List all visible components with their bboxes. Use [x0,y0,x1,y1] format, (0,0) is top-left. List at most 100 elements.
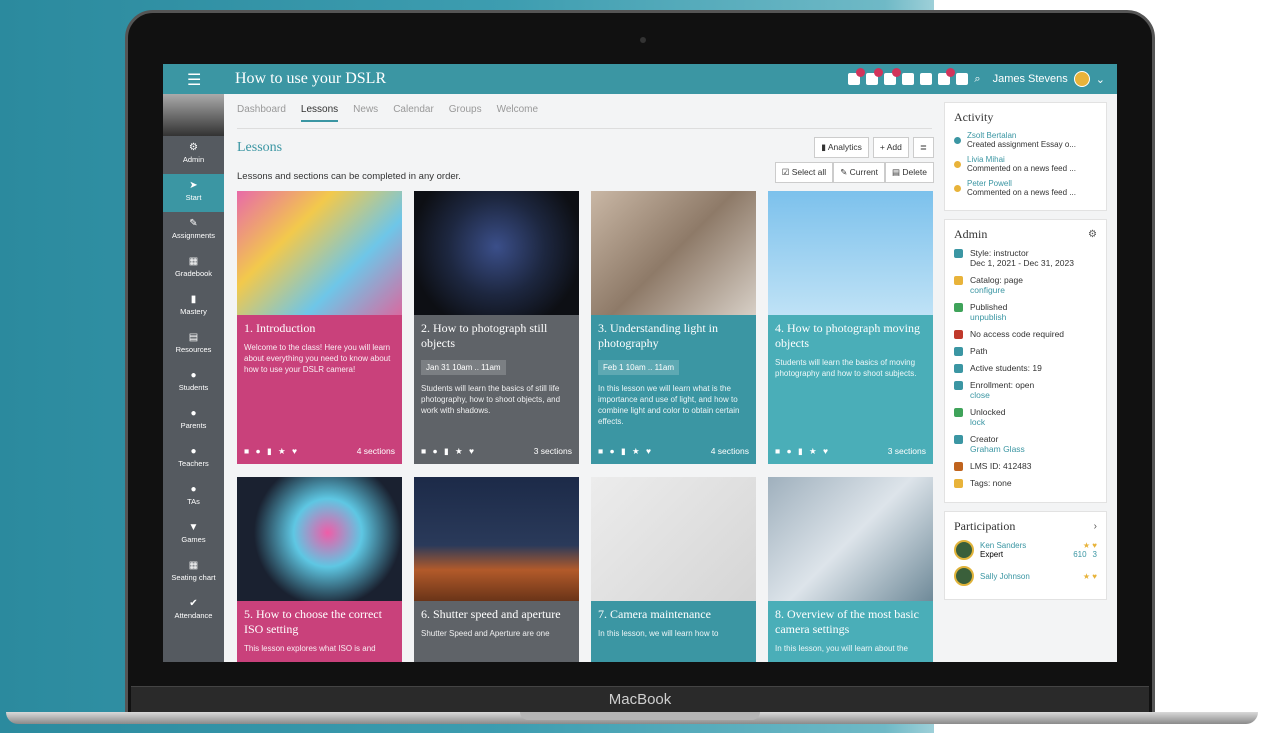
list-view-button[interactable]: ≣ [912,137,934,158]
lesson-image[interactable] [414,477,579,601]
lesson-image[interactable] [414,191,579,315]
lesson-image[interactable] [768,477,933,601]
tab-dashboard[interactable]: Dashboard [237,104,286,122]
list-icon: ≣ [919,142,927,152]
sidebar-item-games[interactable]: ▼ Games [163,516,224,554]
sidebar-item-mastery[interactable]: ▮ Mastery [163,288,224,326]
sidebar-item-gradebook[interactable]: ▦ Gradebook [163,250,224,288]
tab-groups[interactable]: Groups [449,104,482,122]
sidebar-item-teachers[interactable]: ● Teachers [163,440,224,478]
sidebar-item-resources[interactable]: ▤ Resources [163,326,224,364]
sidebar-item-students[interactable]: ● Students [163,364,224,402]
lesson-description: This lesson explores what ISO is and [244,644,376,653]
admin-row-link[interactable]: close [970,390,1034,400]
admin-row: Creator Graham Glass [954,434,1097,454]
avatar [954,540,974,560]
lesson-title[interactable]: 5. How to choose the correct ISO setting [244,607,395,637]
lesson-card[interactable]: 7. Camera maintenance In this lesson, we … [591,477,756,662]
sidebar-item-start[interactable]: ➤ Start [163,174,224,212]
delete-button[interactable]: ▤ Delete [885,162,934,183]
activity-user[interactable]: Livia Mihai [967,155,1076,164]
participant-row[interactable]: Sally Johnson ★ ♥ [954,566,1097,586]
menu-icon[interactable]: ☰ [187,70,201,90]
sidebar-item-parents[interactable]: ● Parents [163,402,224,440]
calendar-icon[interactable] [902,73,915,85]
lesson-title[interactable]: 6. Shutter speed and aperture [421,607,572,622]
lesson-card[interactable]: 6. Shutter speed and aperture Shutter Spe… [414,477,579,662]
lesson-title[interactable]: 7. Camera maintenance [598,607,749,622]
lesson-icons: ■ ● ▮ ★ ♥ [775,446,831,456]
admin-row-link[interactable]: configure [970,285,1023,295]
activity-user[interactable]: Peter Powell [967,179,1076,188]
lesson-image[interactable] [591,191,756,315]
notifications-icon[interactable] [848,68,866,85]
lesson-title[interactable]: 1. Introduction [244,321,395,336]
add-button[interactable]: + Add [872,137,909,158]
lesson-card[interactable]: 2. How to photograph still objects Jan 31… [414,191,579,464]
sidebar-item-attendance[interactable]: ✔ Attendance [163,592,224,630]
tab-lessons[interactable]: Lessons [300,104,339,122]
sidebar-item-admin[interactable]: ⚙ Admin [163,136,224,174]
alerts-icon[interactable] [866,68,884,85]
lesson-image[interactable] [237,191,402,315]
sidebar-item-seating-chart[interactable]: ▦ Seating chart [163,554,224,592]
lesson-title[interactable]: 8. Overview of the most basic camera set… [775,607,926,637]
star-icon: ★ ♥ [1082,571,1097,581]
activity-item[interactable]: Peter Powell Commented on a news feed ... [954,179,1097,197]
admin-row: Enrollment: open close [954,380,1097,400]
participant-points: 610 [1073,550,1087,559]
avatar [954,566,974,586]
lesson-card[interactable]: 5. How to choose the correct ISO setting… [237,477,402,662]
admin-row-link[interactable]: Graham Glass [970,444,1025,454]
chevron-down-icon[interactable]: ⌄ [1096,73,1105,86]
course-thumbnail[interactable] [163,94,224,136]
analytics-button[interactable]: ▮ Analytics [814,137,869,158]
admin-row-link[interactable]: lock [970,417,1005,427]
activity-user[interactable]: Zsolt Bertalan [967,131,1076,140]
chevron-right-icon[interactable]: › [1094,521,1097,532]
lesson-body: 3. Understanding light in photography Feb… [591,315,756,464]
top-bar: ☰ How to use your DSLR ⌕ James Stevens ⌄ [163,64,1117,94]
participant-name[interactable]: Ken Sanders [980,541,1067,550]
admin-row-text: LMS ID: 412483 [970,461,1032,471]
participant-name[interactable]: Sally Johnson [980,572,1077,581]
search-icon[interactable]: ⌕ [974,73,980,86]
lesson-image[interactable] [768,191,933,315]
activity-item[interactable]: Zsolt Bertalan Created assignment Essay o… [954,131,1097,149]
sidebar-item-tas[interactable]: ● TAs [163,478,224,516]
lesson-image[interactable] [237,477,402,601]
current-button[interactable]: ✎ Current [833,162,886,183]
sidebar-item-label: Teachers [178,459,209,468]
lesson-title[interactable]: 4. How to photograph moving objects [775,321,926,351]
avatar[interactable] [1073,71,1090,87]
lesson-card[interactable]: 1. Introduction Welcome to the class! Her… [237,191,402,464]
help-icon[interactable] [956,73,969,85]
lesson-card[interactable]: 3. Understanding light in photography Feb… [591,191,756,464]
tab-welcome[interactable]: Welcome [497,104,539,122]
lesson-card[interactable]: 4. How to photograph moving objects Stude… [768,191,933,464]
messages-icon[interactable] [884,68,902,85]
lesson-title[interactable]: 2. How to photograph still objects [421,321,572,351]
activity-item[interactable]: Livia Mihai Commented on a news feed ... [954,155,1097,173]
admin-row-link[interactable]: unpublish [970,312,1007,322]
admin-row-text: Catalog: page [970,275,1023,285]
user-name[interactable]: James Stevens [993,73,1068,85]
gear-icon[interactable]: ⚙ [1088,229,1097,240]
lesson-card[interactable]: 8. Overview of the most basic camera set… [768,477,933,662]
tab-news[interactable]: News [353,104,378,122]
laptop-notch [520,712,760,720]
toolbar-icons: ⌕ James Stevens ⌄ [848,68,1105,87]
sidebar-item-label: TAs [187,497,200,506]
cart-icon[interactable] [938,68,956,85]
admin-row-content: Path [970,346,988,356]
tab-calendar[interactable]: Calendar [393,104,434,122]
sidebar-item-label: Start [185,193,202,202]
trash-icon[interactable] [920,73,933,85]
tab-bar: Dashboard Lessons News Calendar Groups W… [237,104,538,122]
lesson-title[interactable]: 3. Understanding light in photography [598,321,749,351]
trophy-icon: ▼ [188,522,199,533]
participant-row[interactable]: Ken Sanders Expert ★ ♥ 610 3 [954,540,1097,560]
select-all-button[interactable]: ☑ Select all [774,162,834,183]
lesson-image[interactable] [591,477,756,601]
sidebar-item-assignments[interactable]: ✎ Assignments [163,212,224,250]
